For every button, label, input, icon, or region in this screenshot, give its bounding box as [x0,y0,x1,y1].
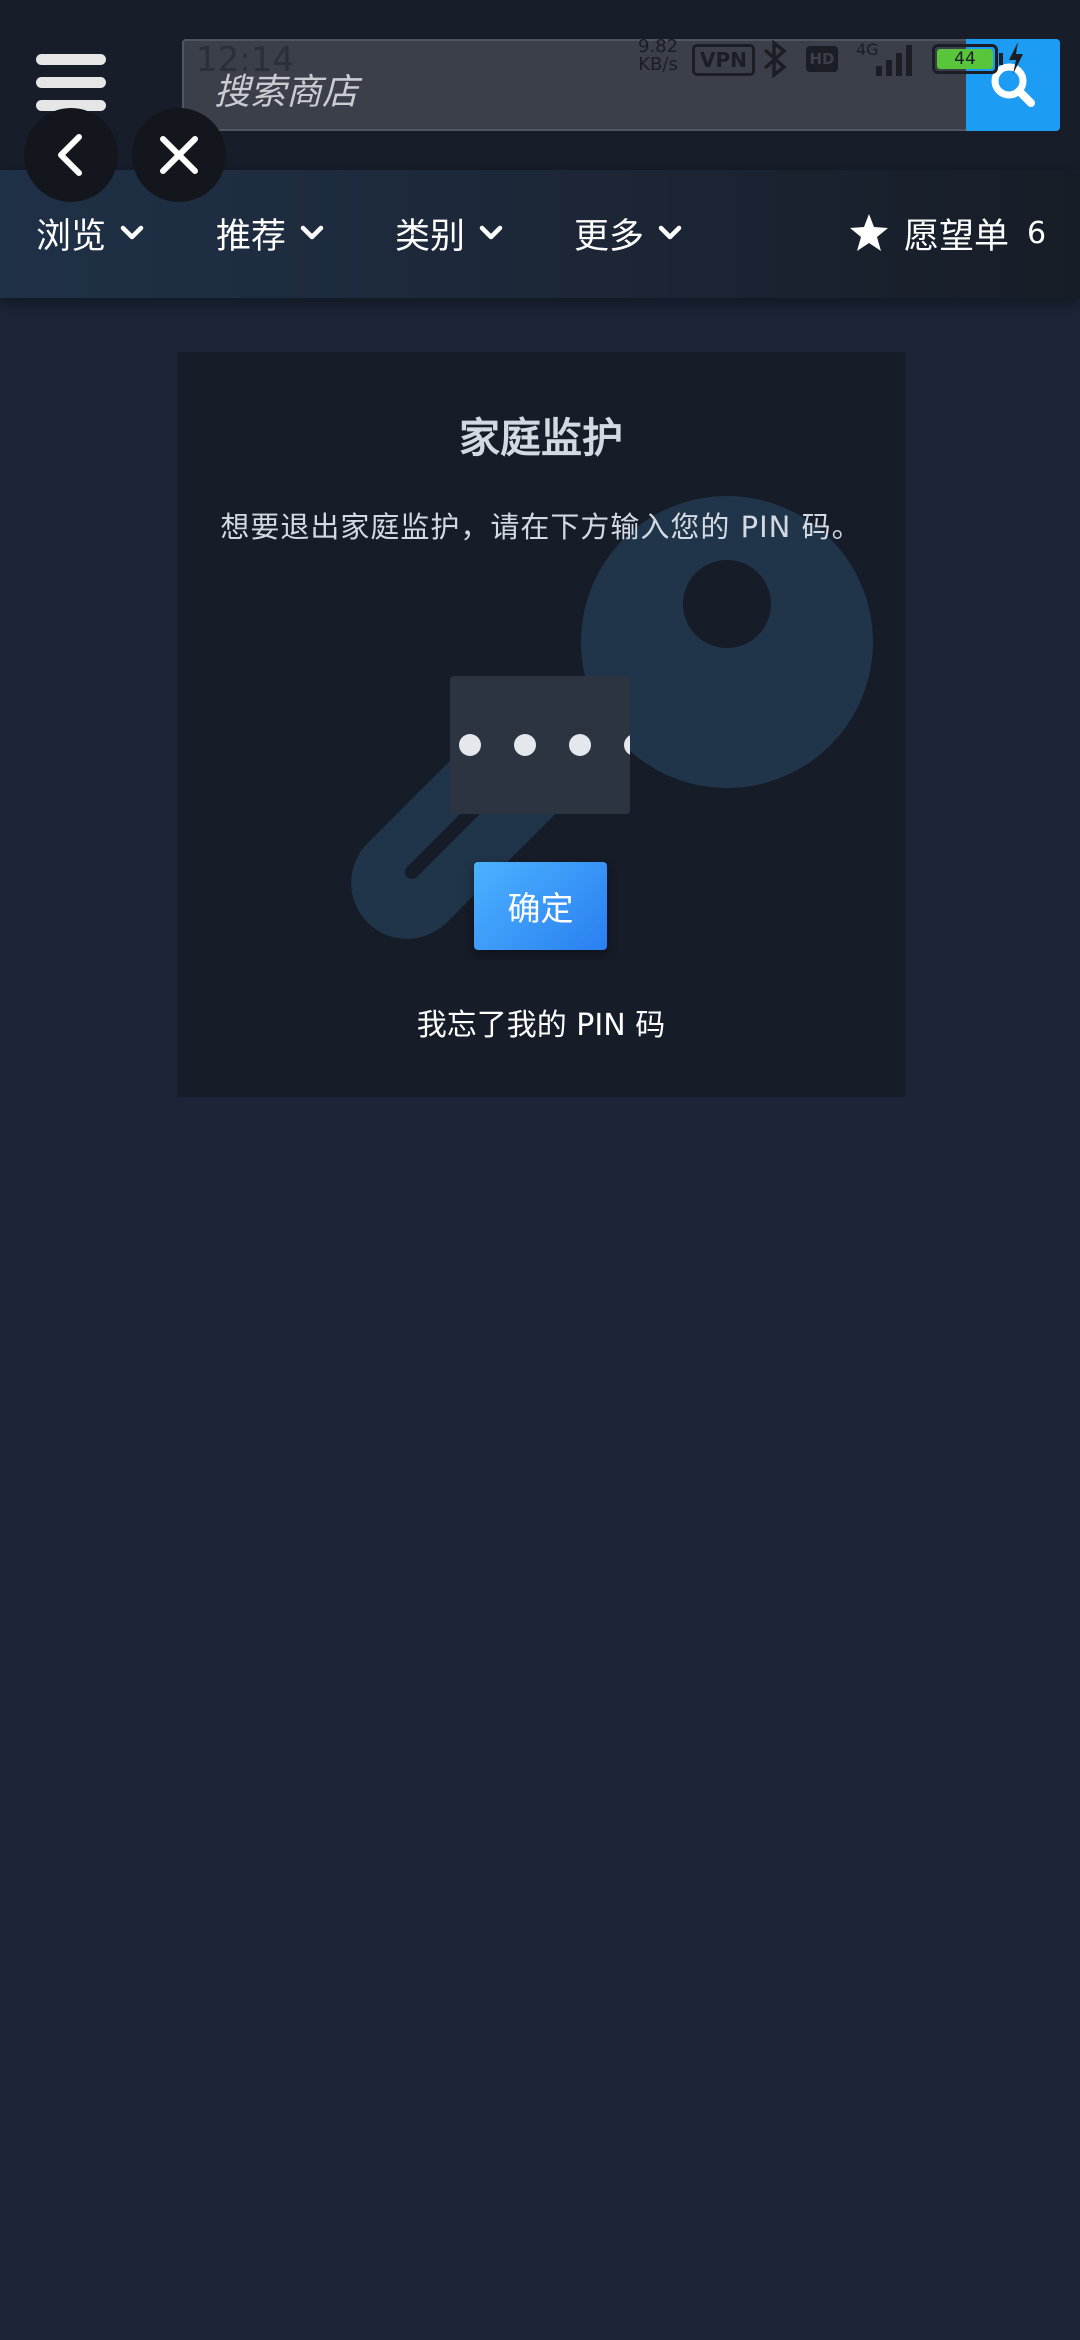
wishlist-button[interactable]: 愿望单 6 [848,208,1046,258]
nav-recommended[interactable]: 推荐 [216,208,324,258]
menu-icon[interactable] [36,54,106,112]
battery-tip [999,53,1003,65]
nav-categories[interactable]: 类别 [395,208,503,258]
wishlist-label: 愿望单 [904,216,1010,257]
nav-more[interactable]: 更多 [574,208,682,258]
charging-icon [1009,42,1023,74]
battery-icon: 44 [932,44,998,74]
back-button[interactable] [24,108,118,202]
pin-dot [459,734,481,756]
bluetooth-icon [763,40,787,78]
chevron-down-icon [300,225,324,240]
chevron-down-icon [120,225,144,240]
parental-control-card: 家庭监护 想要退出家庭监护，请在下方输入您的 PIN 码。 确定 我忘了我的 P… [177,352,905,1097]
hd-badge: HD [806,46,838,72]
chevron-left-icon [58,134,82,176]
close-icon [160,136,198,174]
star-icon [850,214,888,251]
parental-title: 家庭监护 [459,414,623,462]
forgot-pin-link[interactable]: 我忘了我的 PIN 码 [177,1000,905,1044]
vpn-badge: VPN [692,44,755,76]
net-speed: 9.82 KB/s [638,36,679,75]
chevron-down-icon [658,225,682,240]
nav-recommended-label: 推荐 [216,216,287,257]
pin-dot [569,734,591,756]
search-bar[interactable]: 搜索商店 [182,39,1060,131]
parental-description: 想要退出家庭监护，请在下方输入您的 PIN 码。 [220,510,862,544]
chevron-down-icon [479,225,503,240]
confirm-button[interactable]: 确定 [474,862,607,950]
signal-icon [876,45,912,76]
wishlist-count: 6 [1027,215,1047,251]
nav-categories-label: 类别 [395,216,466,257]
pin-dot [624,734,630,756]
status-time: 12:14 [196,40,294,80]
nav-more-label: 更多 [574,216,645,257]
pin-input[interactable] [450,676,630,814]
pin-dot [514,734,536,756]
close-button[interactable] [132,108,226,202]
nav-browse[interactable]: 浏览 [36,208,144,258]
nav-browse-label: 浏览 [36,216,107,257]
